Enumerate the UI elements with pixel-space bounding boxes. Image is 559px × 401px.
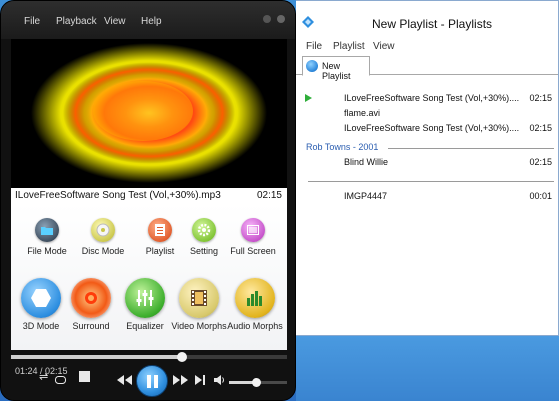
- item-duration: 00:01: [529, 191, 552, 201]
- now-playing-bar: ILoveFreeSoftware Song Test (Vol,+30%).m…: [11, 188, 287, 204]
- playlist-icon: [148, 218, 172, 242]
- speaker-icon[interactable]: [214, 374, 225, 387]
- volume-slider[interactable]: [229, 378, 287, 387]
- menu-file[interactable]: File: [24, 16, 40, 27]
- group-header[interactable]: Rob Towns - 2001: [306, 142, 378, 152]
- film-icon: [179, 278, 219, 318]
- pause-icon: [147, 375, 151, 388]
- item-title: flame.avi: [344, 108, 381, 118]
- item-title: ILoveFreeSoftware Song Test (Vol,+30%)..…: [344, 93, 520, 103]
- equalizer-icon: [125, 278, 165, 318]
- surround-button[interactable]: Surround: [63, 278, 119, 344]
- menu-playback[interactable]: Playback: [56, 16, 97, 27]
- seek-handle[interactable]: [177, 352, 188, 362]
- video-morphs-button[interactable]: Video Morphs: [171, 278, 227, 344]
- group-separator: [388, 148, 554, 149]
- item-title: ILoveFreeSoftware Song Test (Vol,+30%)..…: [344, 123, 520, 133]
- playlist-titlebar: New Playlist - Playlists: [296, 1, 558, 39]
- now-playing-title: ILoveFreeSoftware Song Test (Vol,+30%).m…: [15, 190, 221, 201]
- disc-icon: [91, 218, 115, 242]
- pl-menu-playlist[interactable]: Playlist: [333, 41, 365, 52]
- seek-bar[interactable]: [11, 352, 287, 362]
- now-playing-indicator-icon: [305, 94, 312, 102]
- mode-panel: File Mode Disc Mode Playlist Setting Ful…: [11, 204, 287, 350]
- now-playing-duration: 02:15: [256, 190, 282, 201]
- full-screen-label: Full Screen: [230, 246, 276, 256]
- pause-button[interactable]: [136, 365, 168, 397]
- pl-menu-view[interactable]: View: [373, 41, 395, 52]
- minimize-button[interactable]: [263, 15, 271, 23]
- gear-icon: [192, 218, 216, 242]
- visualization-display: [11, 39, 287, 188]
- list-item[interactable]: IMGP4447 00:01: [296, 189, 558, 204]
- list-item[interactable]: ILoveFreeSoftware Song Test (Vol,+30%)..…: [296, 121, 558, 136]
- playlist-tab-icon: [306, 60, 318, 72]
- menu-view[interactable]: View: [104, 16, 126, 27]
- rewind-button[interactable]: [117, 374, 132, 387]
- list-item[interactable]: Blind Willie 02:15: [296, 155, 558, 170]
- playlist-menubar: File Playlist View: [296, 39, 558, 55]
- visualizer-graphic: [31, 43, 267, 183]
- media-player-window: File Playback View Help ILoveFreeSoftwar…: [0, 0, 296, 401]
- seek-progress: [11, 355, 183, 359]
- item-duration: 02:15: [529, 157, 552, 167]
- playlist-tabs: New Playlist: [296, 55, 558, 81]
- file-mode-label: File Mode: [27, 246, 67, 256]
- tab-new-playlist[interactable]: New Playlist: [302, 56, 370, 81]
- menu-help[interactable]: Help: [141, 16, 162, 27]
- next-track-button[interactable]: [195, 374, 205, 387]
- item-title: IMGP4447: [344, 191, 388, 201]
- pause-icon-bar: [154, 375, 158, 388]
- player-menubar: File Playback View Help: [1, 1, 295, 39]
- playlist-list: ILoveFreeSoftware Song Test (Vol,+30%)..…: [296, 76, 558, 337]
- playlist-window: New Playlist - Playlists File Playlist V…: [296, 0, 559, 336]
- playlist-window-title: New Playlist - Playlists: [372, 17, 493, 31]
- fullscreen-icon: [241, 218, 265, 242]
- item-duration: 02:15: [529, 123, 552, 133]
- item-title: Blind Willie: [344, 157, 389, 167]
- folder-icon: [35, 218, 59, 242]
- desktop-background: [296, 336, 559, 401]
- 3d-icon: [21, 278, 61, 318]
- disc-mode-label: Disc Mode: [81, 246, 125, 256]
- fast-forward-button[interactable]: [173, 374, 188, 387]
- 3d-mode-button[interactable]: 3D Mode: [13, 278, 69, 344]
- playlist-app-icon: [302, 16, 314, 28]
- bars-icon: [235, 278, 275, 318]
- audio-morphs-label: Audio Morphs: [227, 321, 283, 331]
- group-separator: [308, 181, 554, 182]
- close-button[interactable]: [277, 15, 285, 23]
- list-item[interactable]: flame.avi: [296, 106, 558, 121]
- stop-button[interactable]: [79, 371, 90, 384]
- disc-mode-button[interactable]: Disc Mode: [73, 204, 133, 256]
- equalizer-button[interactable]: Equalizer: [117, 278, 173, 344]
- file-mode-button[interactable]: File Mode: [17, 204, 77, 256]
- loop-icon[interactable]: [55, 373, 66, 386]
- list-item[interactable]: ILoveFreeSoftware Song Test (Vol,+30%)..…: [296, 91, 558, 106]
- surround-icon: [71, 278, 111, 318]
- full-screen-button[interactable]: Full Screen: [223, 204, 283, 256]
- pl-menu-file[interactable]: File: [306, 41, 322, 52]
- volume-handle[interactable]: [251, 378, 261, 387]
- repeat-icon[interactable]: ⇌: [39, 371, 48, 384]
- item-duration: 02:15: [529, 93, 552, 103]
- audio-morphs-button[interactable]: Audio Morphs: [227, 278, 283, 344]
